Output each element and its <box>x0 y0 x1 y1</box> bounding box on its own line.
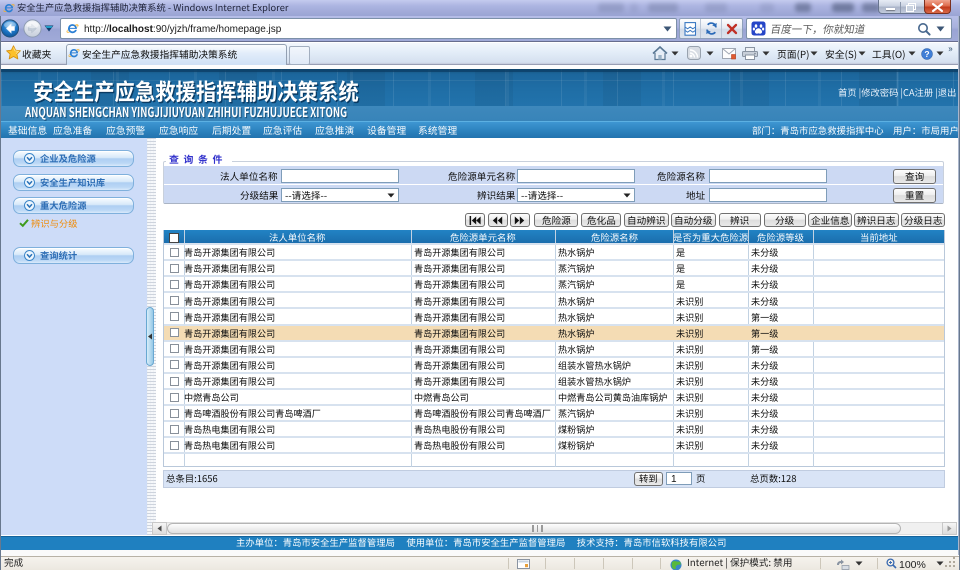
svg-text:?: ? <box>924 49 929 59</box>
